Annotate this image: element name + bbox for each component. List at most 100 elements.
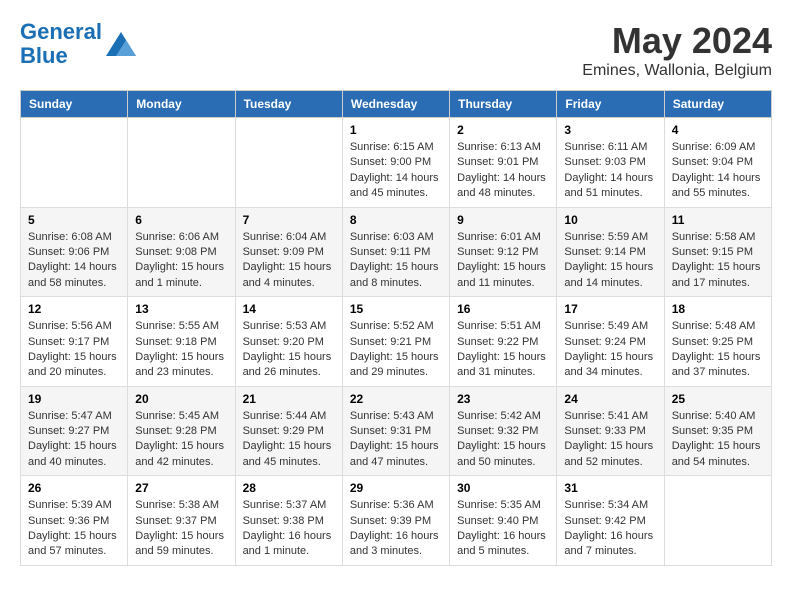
calendar-table: SundayMondayTuesdayWednesdayThursdayFrid… — [20, 90, 772, 566]
day-info: Sunrise: 5:40 AM Sunset: 9:35 PM Dayligh… — [672, 409, 764, 471]
calendar-cell: 5 Sunrise: 6:08 AM Sunset: 9:06 PM Daylig… — [21, 207, 128, 297]
day-info: Sunrise: 5:48 AM Sunset: 9:25 PM Dayligh… — [672, 319, 764, 381]
day-info: Sunrise: 5:38 AM Sunset: 9:37 PM Dayligh… — [135, 498, 227, 560]
day-number: 27 — [135, 481, 227, 495]
month-title: May 2024 — [582, 20, 772, 62]
weekday-header-thursday: Thursday — [450, 91, 557, 118]
title-block: May 2024 Emines, Wallonia, Belgium — [582, 20, 772, 80]
calendar-cell: 29Sunrise: 5:36 AM Sunset: 9:39 PM Dayli… — [342, 476, 449, 566]
weekday-header-sunday: Sunday — [21, 91, 128, 118]
day-info: Sunrise: 5:45 AM Sunset: 9:28 PM Dayligh… — [135, 409, 227, 471]
calendar-body: 1 Sunrise: 6:15 AM Sunset: 9:00 PM Daylig… — [21, 118, 772, 566]
day-info: Sunrise: 5:53 AM Sunset: 9:20 PM Dayligh… — [243, 319, 335, 381]
weekday-header-wednesday: Wednesday — [342, 91, 449, 118]
calendar-cell: 17Sunrise: 5:49 AM Sunset: 9:24 PM Dayli… — [557, 297, 664, 387]
day-number: 15 — [350, 302, 442, 316]
calendar-cell: 6Sunrise: 6:06 AM Sunset: 9:08 PM Daylig… — [128, 207, 235, 297]
day-info: Sunrise: 5:35 AM Sunset: 9:40 PM Dayligh… — [457, 498, 549, 560]
calendar-cell: 25 Sunrise: 5:40 AM Sunset: 9:35 PM Dayli… — [664, 386, 771, 476]
weekday-header-tuesday: Tuesday — [235, 91, 342, 118]
day-number: 21 — [243, 392, 335, 406]
day-number: 30 — [457, 481, 549, 495]
day-number: 6 — [135, 213, 227, 227]
calendar-cell: 14 Sunrise: 5:53 AM Sunset: 9:20 PM Dayli… — [235, 297, 342, 387]
day-info: Sunrise: 5:56 AM Sunset: 9:17 PM Dayligh… — [28, 319, 120, 381]
calendar-cell: 16 Sunrise: 5:51 AM Sunset: 9:22 PM Dayli… — [450, 297, 557, 387]
day-number: 24 — [564, 392, 656, 406]
calendar-header: SundayMondayTuesdayWednesdayThursdayFrid… — [21, 91, 772, 118]
day-info: Sunrise: 5:43 AM Sunset: 9:31 PM Dayligh… — [350, 409, 442, 471]
calendar-cell: 31Sunrise: 5:34 AM Sunset: 9:42 PM Dayli… — [557, 476, 664, 566]
weekday-header-monday: Monday — [128, 91, 235, 118]
calendar-cell: 7 Sunrise: 6:04 AM Sunset: 9:09 PM Daylig… — [235, 207, 342, 297]
day-info: Sunrise: 5:52 AM Sunset: 9:21 PM Dayligh… — [350, 319, 442, 381]
calendar-cell: 1 Sunrise: 6:15 AM Sunset: 9:00 PM Daylig… — [342, 118, 449, 208]
day-info: Sunrise: 6:01 AM Sunset: 9:12 PM Dayligh… — [457, 230, 549, 292]
day-number: 16 — [457, 302, 549, 316]
calendar-cell — [128, 118, 235, 208]
day-number: 12 — [28, 302, 120, 316]
logo: GeneralBlue — [20, 20, 136, 68]
page-header: GeneralBlue May 2024 Emines, Wallonia, B… — [20, 20, 772, 80]
calendar-cell: 3Sunrise: 6:11 AM Sunset: 9:03 PM Daylig… — [557, 118, 664, 208]
day-number: 7 — [243, 213, 335, 227]
subtitle: Emines, Wallonia, Belgium — [582, 62, 772, 80]
day-number: 2 — [457, 123, 549, 137]
logo-text: GeneralBlue — [20, 20, 102, 68]
day-number: 13 — [135, 302, 227, 316]
day-info: Sunrise: 5:51 AM Sunset: 9:22 PM Dayligh… — [457, 319, 549, 381]
calendar-cell: 23Sunrise: 5:42 AM Sunset: 9:32 PM Dayli… — [450, 386, 557, 476]
calendar-week-3: 12 Sunrise: 5:56 AM Sunset: 9:17 PM Dayli… — [21, 297, 772, 387]
day-number: 10 — [564, 213, 656, 227]
day-number: 17 — [564, 302, 656, 316]
calendar-cell: 30 Sunrise: 5:35 AM Sunset: 9:40 PM Dayli… — [450, 476, 557, 566]
day-number: 22 — [350, 392, 442, 406]
day-number: 25 — [672, 392, 764, 406]
day-number: 23 — [457, 392, 549, 406]
day-info: Sunrise: 5:39 AM Sunset: 9:36 PM Dayligh… — [28, 498, 120, 560]
day-info: Sunrise: 6:03 AM Sunset: 9:11 PM Dayligh… — [350, 230, 442, 292]
calendar-cell: 13Sunrise: 5:55 AM Sunset: 9:18 PM Dayli… — [128, 297, 235, 387]
day-info: Sunrise: 5:34 AM Sunset: 9:42 PM Dayligh… — [564, 498, 656, 560]
calendar-cell: 9 Sunrise: 6:01 AM Sunset: 9:12 PM Daylig… — [450, 207, 557, 297]
day-number: 14 — [243, 302, 335, 316]
day-number: 28 — [243, 481, 335, 495]
calendar-cell: 10 Sunrise: 5:59 AM Sunset: 9:14 PM Dayli… — [557, 207, 664, 297]
day-number: 26 — [28, 481, 120, 495]
day-info: Sunrise: 5:37 AM Sunset: 9:38 PM Dayligh… — [243, 498, 335, 560]
calendar-cell: 26 Sunrise: 5:39 AM Sunset: 9:36 PM Dayli… — [21, 476, 128, 566]
calendar-cell: 22 Sunrise: 5:43 AM Sunset: 9:31 PM Dayli… — [342, 386, 449, 476]
day-info: Sunrise: 6:13 AM Sunset: 9:01 PM Dayligh… — [457, 140, 549, 202]
logo-icon — [106, 32, 136, 56]
calendar-cell: 18 Sunrise: 5:48 AM Sunset: 9:25 PM Dayli… — [664, 297, 771, 387]
day-number: 9 — [457, 213, 549, 227]
day-info: Sunrise: 6:04 AM Sunset: 9:09 PM Dayligh… — [243, 230, 335, 292]
weekday-header-saturday: Saturday — [664, 91, 771, 118]
day-info: Sunrise: 5:58 AM Sunset: 9:15 PM Dayligh… — [672, 230, 764, 292]
calendar-cell: 27 Sunrise: 5:38 AM Sunset: 9:37 PM Dayli… — [128, 476, 235, 566]
day-number: 18 — [672, 302, 764, 316]
day-info: Sunrise: 5:59 AM Sunset: 9:14 PM Dayligh… — [564, 230, 656, 292]
day-number: 5 — [28, 213, 120, 227]
calendar-cell: 4 Sunrise: 6:09 AM Sunset: 9:04 PM Daylig… — [664, 118, 771, 208]
day-number: 20 — [135, 392, 227, 406]
day-info: Sunrise: 5:41 AM Sunset: 9:33 PM Dayligh… — [564, 409, 656, 471]
day-number: 19 — [28, 392, 120, 406]
calendar-week-2: 5 Sunrise: 6:08 AM Sunset: 9:06 PM Daylig… — [21, 207, 772, 297]
weekday-header-friday: Friday — [557, 91, 664, 118]
day-info: Sunrise: 6:08 AM Sunset: 9:06 PM Dayligh… — [28, 230, 120, 292]
day-number: 4 — [672, 123, 764, 137]
calendar-cell: 19 Sunrise: 5:47 AM Sunset: 9:27 PM Dayli… — [21, 386, 128, 476]
calendar-cell: 28 Sunrise: 5:37 AM Sunset: 9:38 PM Dayli… — [235, 476, 342, 566]
day-info: Sunrise: 6:15 AM Sunset: 9:00 PM Dayligh… — [350, 140, 442, 202]
calendar-week-5: 26 Sunrise: 5:39 AM Sunset: 9:36 PM Dayli… — [21, 476, 772, 566]
calendar-cell: 8 Sunrise: 6:03 AM Sunset: 9:11 PM Daylig… — [342, 207, 449, 297]
calendar-week-4: 19 Sunrise: 5:47 AM Sunset: 9:27 PM Dayli… — [21, 386, 772, 476]
calendar-cell — [21, 118, 128, 208]
day-number: 3 — [564, 123, 656, 137]
day-info: Sunrise: 5:36 AM Sunset: 9:39 PM Dayligh… — [350, 498, 442, 560]
day-info: Sunrise: 6:09 AM Sunset: 9:04 PM Dayligh… — [672, 140, 764, 202]
day-number: 1 — [350, 123, 442, 137]
day-info: Sunrise: 5:47 AM Sunset: 9:27 PM Dayligh… — [28, 409, 120, 471]
day-number: 8 — [350, 213, 442, 227]
